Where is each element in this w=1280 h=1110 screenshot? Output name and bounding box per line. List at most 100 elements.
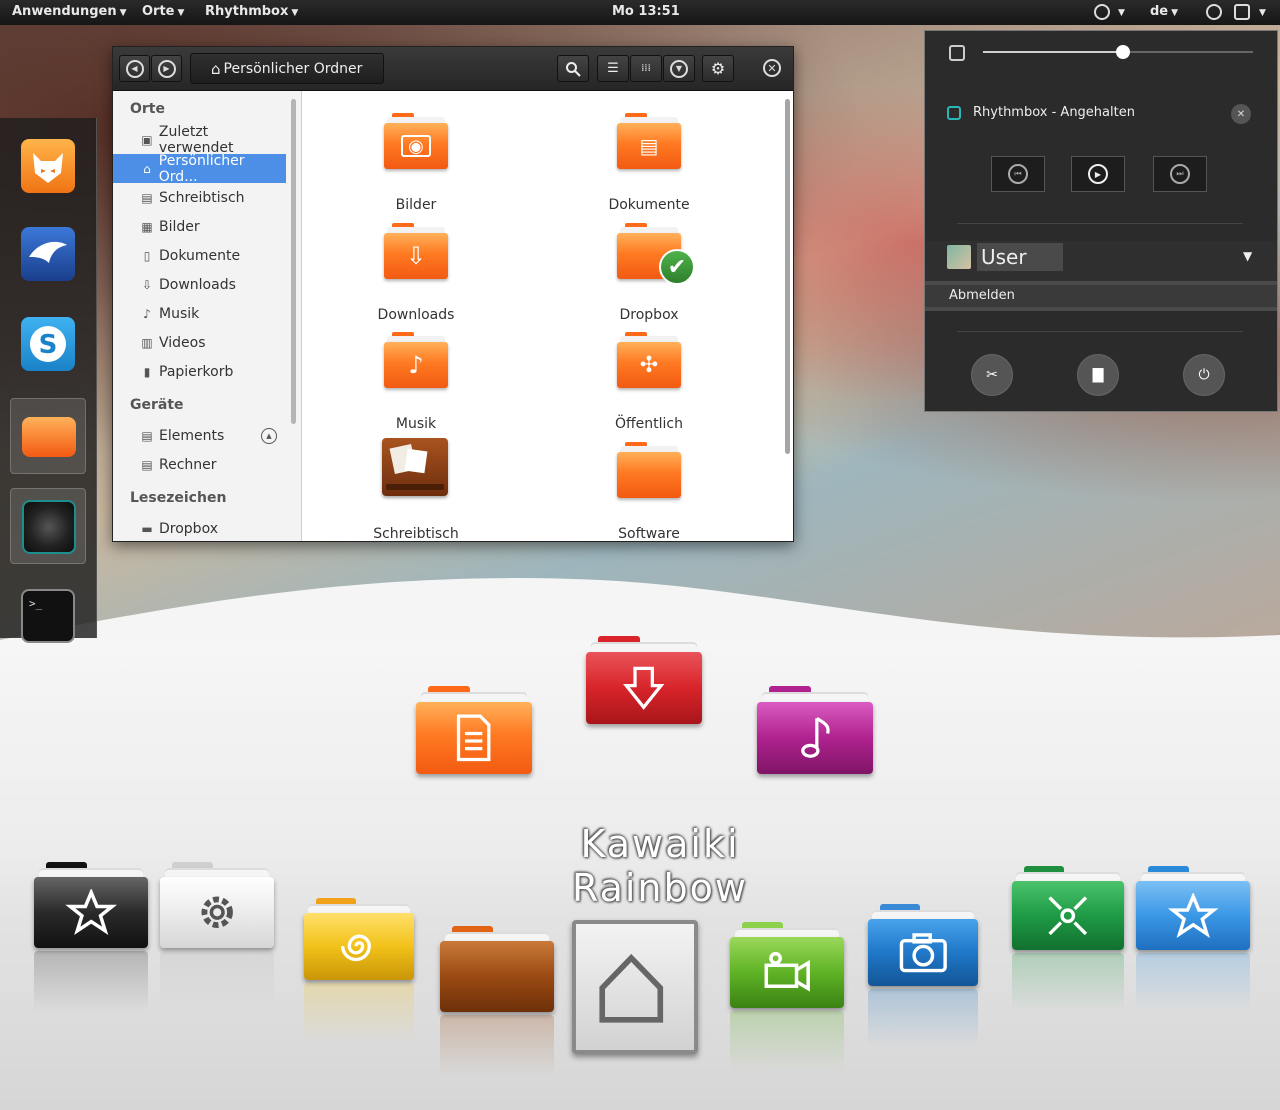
showcase-folder-video-green [730, 922, 844, 1072]
launcher-thunderbird[interactable] [10, 216, 86, 292]
places-menu[interactable]: Orte ▼ [142, 4, 184, 19]
file-item-downloads[interactable]: ⇩ Downloads [336, 219, 496, 329]
sidebar-item-music[interactable]: ♪ Musik [113, 299, 286, 328]
power-button[interactable]: ⏻ [1183, 354, 1225, 396]
file-item-software[interactable]: Software [569, 438, 729, 548]
back-button[interactable]: ◀ [119, 55, 150, 82]
sidebar-item-documents[interactable]: ▯ Dokumente [113, 241, 286, 270]
launcher-rhythmbox[interactable] [10, 488, 86, 564]
sidebar-item-recent[interactable]: ▣ Zuletzt verwendet [113, 123, 286, 156]
file-item-label: Bilder [395, 197, 437, 213]
sidebar-item-desktop[interactable]: ▤ Schreibtisch [113, 183, 286, 212]
gear-icon: ⚙ [710, 59, 726, 78]
path-button-home[interactable]: ⌂ Persönlicher Ordner [190, 53, 384, 84]
folder-icon [22, 417, 76, 457]
file-item-music[interactable]: ♪ Musik [336, 328, 496, 438]
sidebar-item-label: Dropbox [159, 520, 218, 537]
speaker-icon [949, 45, 965, 61]
computer-icon: ▤ [141, 457, 153, 472]
volume-slider[interactable] [983, 45, 1253, 59]
previous-button[interactable]: ⏮ [991, 156, 1045, 192]
list-view-button[interactable]: ☰ [597, 55, 629, 82]
keyboard-layout[interactable]: de ▼ [1150, 4, 1178, 19]
chevron-down-icon[interactable]: ▼ [1243, 249, 1252, 263]
file-item-label: Dropbox [619, 307, 679, 323]
launcher-firefox[interactable] [10, 128, 86, 204]
play-button[interactable]: ▶ [1071, 156, 1125, 192]
home-icon [599, 953, 664, 1023]
launcher-files[interactable] [10, 398, 86, 474]
file-item-dropbox[interactable]: ✔ Dropbox [569, 219, 729, 329]
sidebar-item-trash[interactable]: ▮ Papierkorb [113, 357, 286, 386]
view-menu-button[interactable]: ▼ [663, 55, 695, 82]
file-item-documents[interactable]: ▤ Dokumente [569, 109, 729, 219]
download-icon: ⇩ [405, 242, 427, 270]
showcase-folder-downloads [586, 636, 702, 724]
trash-icon: ▮ [143, 364, 151, 379]
file-grid: ◉ Bilder ▤ Dokumente ⇩ Downloads ✔ Dropb… [303, 91, 793, 542]
file-item-label: Öffentlich [615, 416, 683, 432]
player-title[interactable]: Rhythmbox - Angehalten [973, 105, 1135, 120]
launcher-skype[interactable]: S [10, 306, 86, 382]
path-label: Persönlicher Ordner [223, 60, 363, 77]
bird-icon [21, 227, 75, 281]
launcher-terminal[interactable]: >_ [10, 578, 86, 654]
logout-item[interactable]: Abmelden [925, 281, 1277, 311]
download-icon: ⇩ [141, 277, 153, 292]
check-icon: ✔ [659, 249, 695, 285]
sidebar-item-label: Dokumente [159, 247, 241, 264]
home-icon: ⌂ [143, 161, 151, 176]
user-menu[interactable]: User ▼ [925, 241, 1277, 281]
user-name: User [977, 243, 1063, 271]
camera-icon [899, 933, 947, 973]
showcase-folder-documents [416, 686, 532, 774]
sound-icon[interactable] [1206, 4, 1222, 20]
forward-button[interactable]: ▶ [151, 55, 182, 82]
tools-icon: ✂ [986, 367, 998, 383]
power-icon[interactable] [1234, 4, 1250, 20]
grid-view-button[interactable]: ⁞⁞⁞ [630, 55, 662, 82]
close-icon[interactable]: ✕ [1231, 104, 1251, 124]
next-button[interactable]: ⏭ [1153, 156, 1207, 192]
sidebar-item-videos[interactable]: ▥ Videos [113, 328, 286, 357]
eject-icon[interactable] [1094, 4, 1110, 20]
system-settings-button[interactable]: ✂ [971, 354, 1013, 396]
sidebar-item-label: Schreibtisch [159, 189, 245, 206]
eject-caret[interactable]: ▼ [1115, 4, 1125, 19]
sidebar-item-pictures[interactable]: ▦ Bilder [113, 212, 286, 241]
eject-icon[interactable]: ▲ [261, 428, 277, 444]
drive-icon: ▤ [141, 428, 153, 443]
folder-icon: ▬ [141, 521, 153, 536]
sidebar-item-label: Videos [159, 334, 206, 351]
settings-button[interactable]: ⚙ [702, 55, 734, 82]
file-item-public[interactable]: ✣ Öffentlich [569, 328, 729, 438]
volume-slider-knob[interactable] [1116, 45, 1131, 59]
sidebar-scrollbar[interactable] [291, 99, 296, 424]
applications-menu[interactable]: Anwendungen ▼ [12, 4, 127, 19]
music-icon: ♪ [143, 306, 151, 321]
chevron-down-icon: ▼ [670, 59, 688, 78]
separator [957, 331, 1243, 332]
file-item-pictures[interactable]: ◉ Bilder [336, 109, 496, 219]
clock[interactable]: Mo 13:51 [612, 4, 680, 19]
sidebar-item-dropbox[interactable]: ▬ Dropbox [113, 514, 286, 541]
power-caret[interactable]: ▼ [1256, 4, 1266, 19]
power-icon: ⏻ [1198, 367, 1210, 383]
app-menu[interactable]: Rhythmbox ▼ [205, 4, 298, 19]
file-item-desktop[interactable]: Schreibtisch [336, 438, 496, 548]
sidebar-item-computer[interactable]: ▤ Rechner [113, 450, 286, 479]
file-item-label: Schreibtisch [373, 526, 459, 542]
content-scrollbar[interactable] [785, 99, 790, 454]
list-icon: ☰ [607, 61, 619, 76]
file-manager-window: ◀ ▶ ⌂ Persönlicher Ordner ☰ ⁞⁞⁞ ▼ ⚙ ✕ Or… [112, 46, 794, 542]
close-button[interactable]: ✕ [763, 59, 781, 77]
sidebar-heading-devices: Geräte [130, 397, 184, 413]
file-item-label: Musik [395, 416, 437, 432]
file-item-label: Dokumente [608, 197, 690, 213]
launcher: S >_ [0, 118, 97, 643]
lock-button[interactable]: ▇ [1077, 354, 1119, 396]
sidebar-item-home[interactable]: ⌂ Persönlicher Ord... [113, 153, 286, 185]
sidebar-item-downloads[interactable]: ⇩ Downloads [113, 270, 286, 299]
search-button[interactable] [557, 55, 589, 82]
sidebar-item-label: Zuletzt verwendet [158, 123, 234, 156]
